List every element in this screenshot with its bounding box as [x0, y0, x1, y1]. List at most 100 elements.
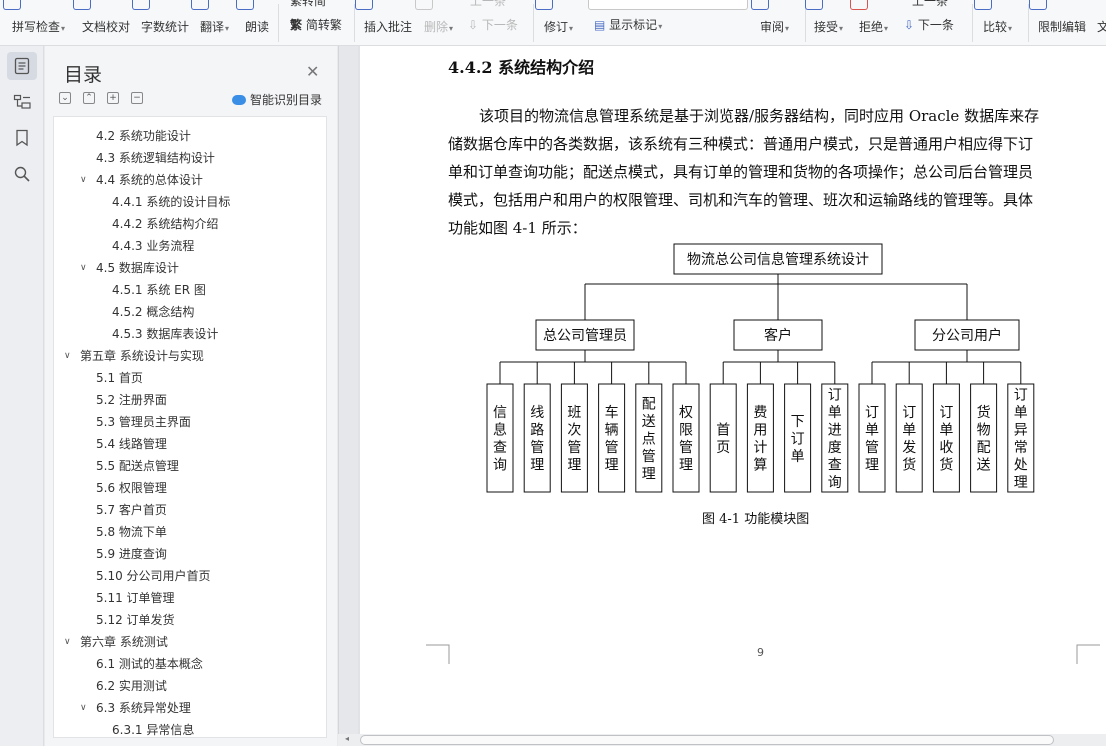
- toc-item-label: 4.5.3 数据库表设计: [112, 327, 219, 341]
- chevron-down-icon[interactable]: ∨: [80, 257, 92, 279]
- add-heading-icon[interactable]: +: [107, 92, 119, 104]
- diagram-leaf-label: 首: [716, 423, 730, 439]
- diagram-leaf-label: 理: [865, 458, 879, 474]
- toc-item-label: 6.3 系统异常处理: [96, 701, 191, 715]
- margin-corner-mark: [426, 644, 450, 664]
- diagram-leaf-label: 订: [828, 388, 842, 404]
- toc-item-label: 5.10 分公司用户首页: [96, 569, 211, 583]
- toc-item-label: 第六章 系统测试: [80, 635, 168, 649]
- navigation-tree-icon: [13, 94, 31, 109]
- diagram-leaf-label: 算: [753, 458, 767, 474]
- previous-change-button[interactable]: 上一条: [912, 0, 948, 9]
- diagram-leaf-label: 班: [567, 405, 581, 421]
- collapse-all-icon[interactable]: ⌄: [59, 92, 71, 104]
- diagram-leaf-label: 订: [939, 405, 953, 421]
- simplified-to-traditional-button[interactable]: 繁 简转繁: [290, 16, 342, 33]
- toc-item-label: 5.7 客户首页: [96, 503, 167, 517]
- track-changes-icon: [535, 0, 553, 10]
- diagram-leaf-label: 查: [493, 440, 507, 456]
- diagram-leaf-label: 单: [939, 423, 953, 439]
- expand-all-icon[interactable]: ⌃: [83, 92, 95, 104]
- restrict-editing-icon: [1029, 0, 1047, 10]
- toc-item-label: 4.4.1 系统的设计目标: [112, 195, 231, 209]
- diagram-leaf-label: 单: [791, 449, 805, 465]
- chevron-down-icon[interactable]: ∨: [80, 697, 92, 719]
- diagram-leaf-label: 限: [679, 423, 693, 439]
- ribbon-divider: [972, 4, 973, 42]
- diagram-leaf-label: 货: [977, 404, 991, 421]
- diagram-leaf-label: 管: [605, 440, 619, 456]
- proof-icon: [73, 0, 91, 10]
- next-change-button[interactable]: ⇩ 下一条: [904, 16, 954, 33]
- bookmark-icon: [16, 129, 28, 147]
- toc-item-label: 第五章 系统设计与实现: [80, 349, 204, 363]
- markup-view-select[interactable]: [588, 0, 748, 10]
- diagram-leaf-label: 息: [493, 422, 507, 439]
- diagram-leaf-label: 异: [1014, 423, 1028, 439]
- ribbon-divider: [278, 4, 279, 42]
- diagram-leaf-label: 权: [679, 405, 693, 421]
- toc-item-label: 5.1 首页: [96, 371, 143, 385]
- diagram-leaf-label: 理: [679, 458, 693, 474]
- toc-item-label: 4.5 数据库设计: [96, 261, 179, 275]
- chevron-down-icon[interactable]: ∨: [64, 631, 76, 653]
- chevron-down-icon[interactable]: ∨: [80, 169, 92, 191]
- panel-splitter[interactable]: [338, 46, 358, 746]
- toc-item-label: 5.6 权限管理: [96, 481, 167, 495]
- toc-item-label: 5.4 线路管理: [96, 437, 167, 451]
- diagram-leaf-label: 计: [753, 440, 767, 456]
- diagram-group-label: 总公司管理员: [543, 328, 627, 344]
- diagram-leaf-label: 订: [902, 405, 916, 421]
- accept-icon: [805, 0, 823, 10]
- diagram-leaf-label: 货: [939, 457, 953, 474]
- smart-toc-button[interactable]: 智能识别目录: [232, 91, 322, 108]
- bookmark-rail-button[interactable]: [7, 124, 37, 152]
- diagram-leaf-label: 页: [716, 440, 730, 456]
- toc-item-label: 5.12 订单发货: [96, 613, 175, 627]
- diagram-leaf-label: 路: [530, 423, 544, 439]
- show-markup-button[interactable]: ▤ 显示标记▾: [594, 16, 662, 33]
- smart-recognize-icon: [232, 95, 246, 105]
- diagram-leaf-label: 进: [828, 423, 842, 439]
- toc-rail-button[interactable]: [7, 52, 37, 80]
- diagram-leaf-label: 管: [567, 440, 581, 456]
- toc-item-label: 4.5.1 系统 ER 图: [112, 283, 206, 297]
- previous-comment-button[interactable]: 上一条: [470, 0, 506, 9]
- diagram-leaf-label: 度: [828, 440, 842, 456]
- diagram-leaf-label: 用: [753, 423, 767, 439]
- traditional-icon: 繁: [290, 18, 303, 32]
- compare-icon: [974, 0, 992, 10]
- diagram-leaf-label: 单: [1014, 405, 1028, 421]
- document-page: 4.4.2 系统结构介绍 该项目的物流信息管理系统是基于浏览器/服务器结构，同时…: [360, 46, 1106, 734]
- chevron-down-icon[interactable]: ∨: [64, 345, 76, 367]
- diagram-leaf-label: 管: [530, 440, 544, 456]
- navigation-rail-button[interactable]: [7, 88, 37, 116]
- ribbon-divider: [1028, 4, 1029, 42]
- scroll-left-icon[interactable]: ◂: [345, 734, 349, 743]
- diagram-leaf-label: 查: [828, 458, 842, 474]
- figure-caption: 图 4-1 功能模块图: [702, 512, 810, 527]
- traditional-to-simplified-button[interactable]: 繁转简: [290, 0, 326, 9]
- search-rail-button[interactable]: [7, 160, 37, 188]
- toc-item-label: 5.5 配送点管理: [96, 459, 179, 473]
- diagram-leaf-label: 线: [530, 405, 544, 421]
- diagram-leaf-label: 单: [865, 423, 879, 439]
- diagram-leaf-label: 常: [1014, 440, 1028, 456]
- remove-heading-icon[interactable]: −: [131, 92, 143, 104]
- translate-icon: [191, 0, 209, 10]
- next-comment-button[interactable]: ⇩ 下一条: [468, 16, 518, 33]
- toc-item-label: 4.4.3 业务流程: [112, 239, 195, 253]
- diagram-leaf-label: 送: [977, 458, 991, 474]
- diagram-leaf-label: 下: [791, 414, 805, 430]
- diagram-leaf-label: 订: [865, 405, 879, 421]
- diagram-leaf-label: 询: [493, 458, 507, 474]
- scrollbar-thumb[interactable]: [360, 735, 1054, 745]
- diagram-leaf-label: 理: [530, 458, 544, 474]
- diagram-leaf-label: 送: [642, 414, 656, 430]
- close-icon[interactable]: ✕: [306, 62, 319, 81]
- toc-title: 目录: [64, 64, 103, 86]
- diagram-leaf-label: 理: [567, 458, 581, 474]
- diagram-leaf-label: 收: [939, 440, 953, 456]
- diagram-leaf-label: 理: [1014, 475, 1028, 491]
- horizontal-scrollbar[interactable]: ◂: [338, 734, 1106, 746]
